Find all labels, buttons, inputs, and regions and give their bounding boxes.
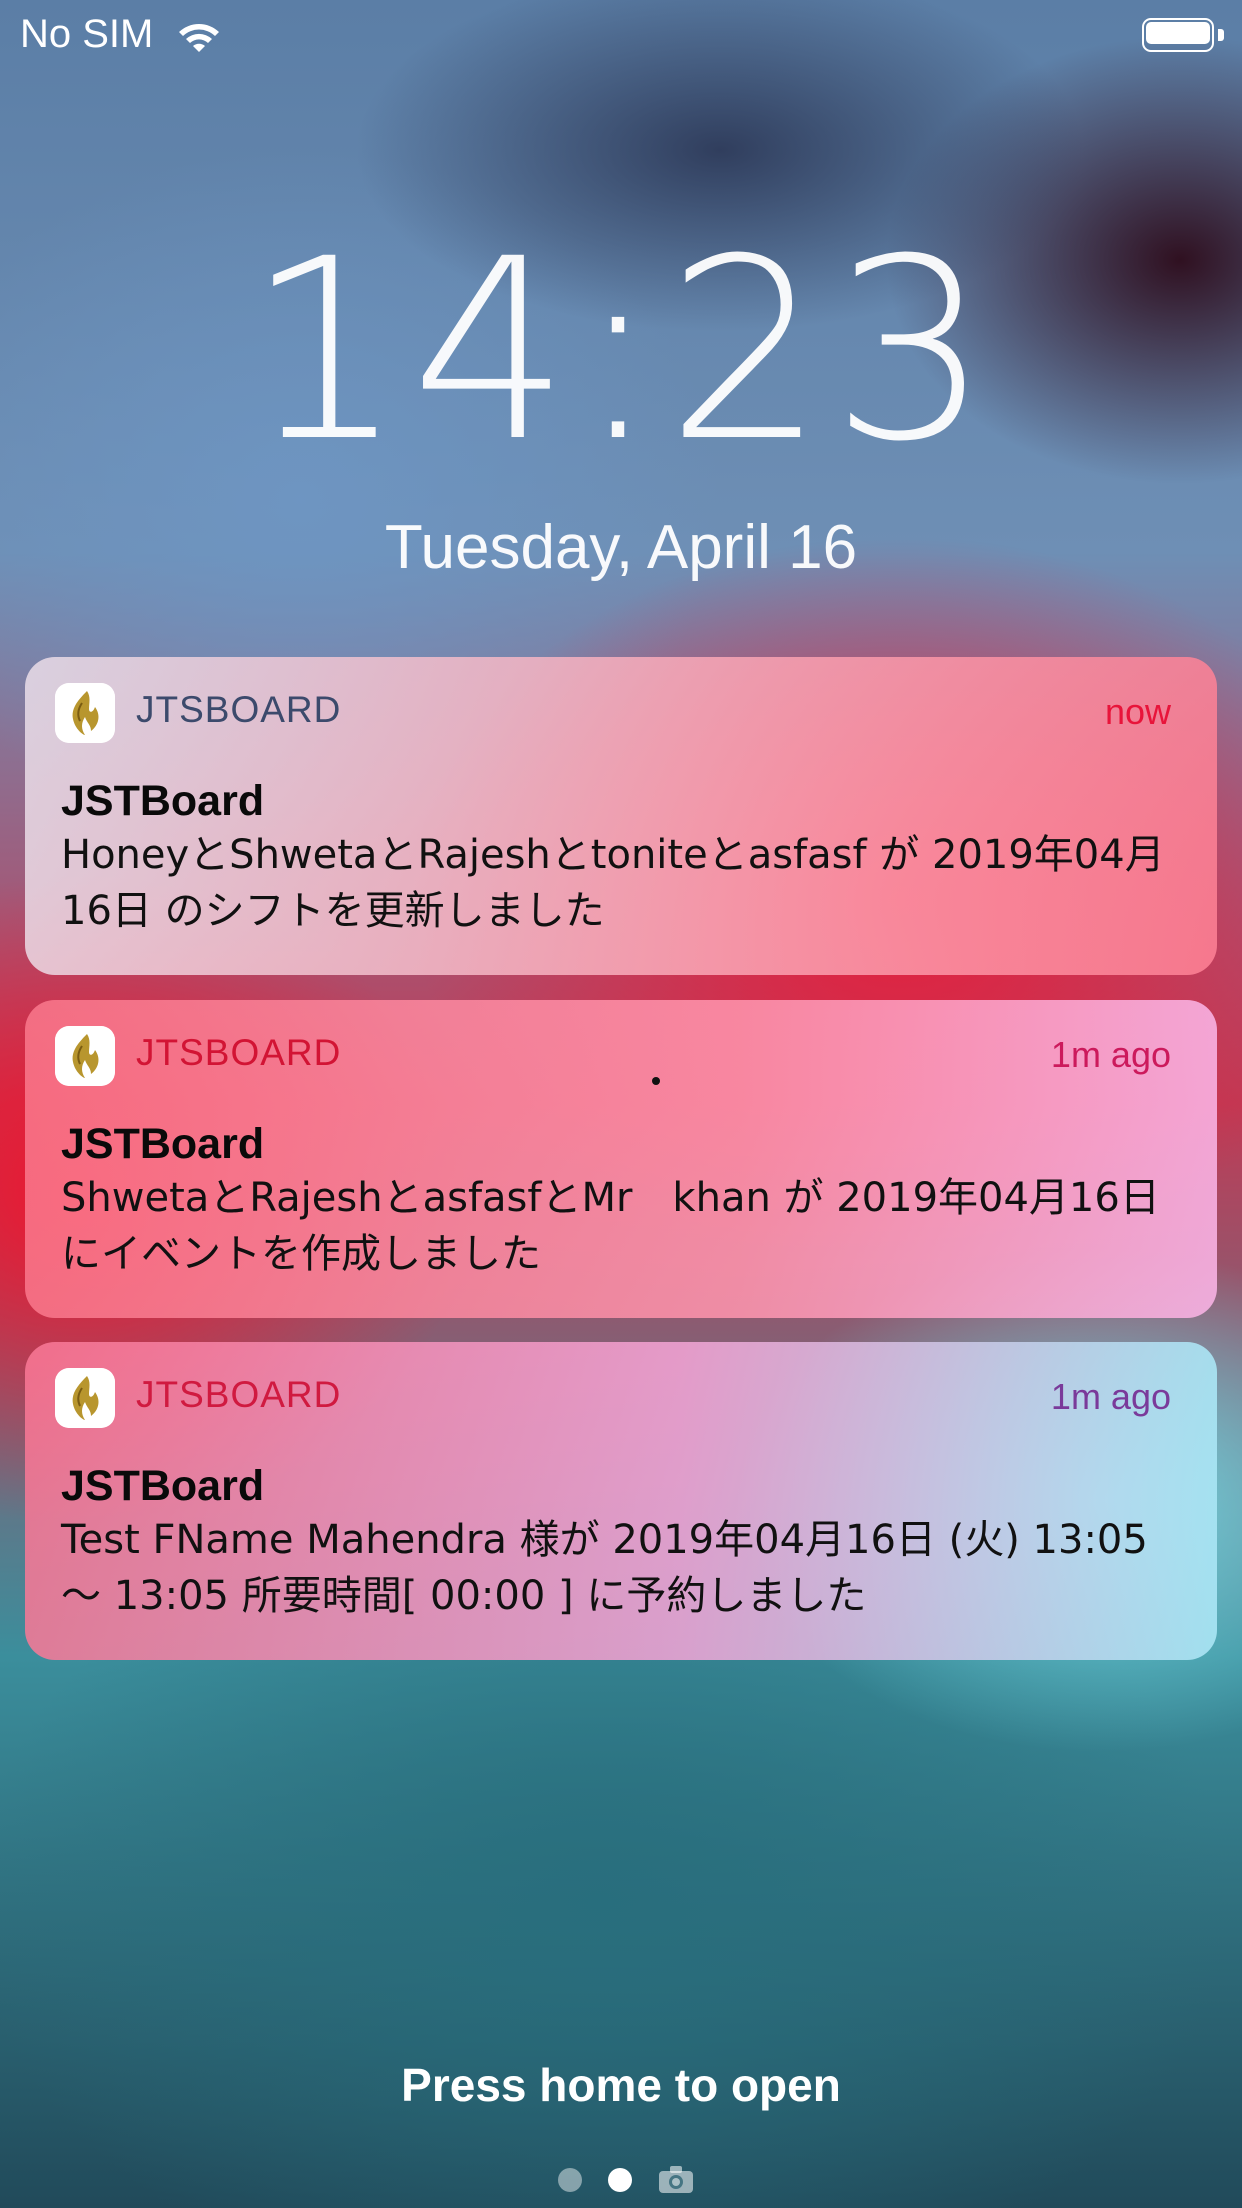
notification-app-name: JTSBOARD [136, 1374, 342, 1415]
lock-screen-time: 14:23 [245, 205, 997, 496]
camera-icon[interactable] [658, 2164, 694, 2194]
carrier-label: No SIM [20, 12, 154, 56]
notification-title: JSTBoard [61, 1120, 265, 1168]
flame-logo-icon [55, 683, 115, 743]
notification-app-name: JTSBOARD [136, 1032, 342, 1073]
notification-body: HoneyとShwetaとRajeshとtoniteとasfasf が 2019… [61, 832, 1165, 934]
notification-app-name: JTSBOARD [136, 689, 342, 730]
flame-logo-icon [55, 1368, 115, 1428]
screen-dot-artifact [652, 1077, 660, 1085]
wifi-icon [179, 24, 219, 52]
notification-body: Test FName Mahendra 様が 2019年04月16日 (火) 1… [61, 1517, 1148, 1619]
page-dot[interactable] [558, 2168, 582, 2192]
notification-body: ShwetaとRajeshとasfasfとMr khan が 2019年04月1… [61, 1175, 1160, 1277]
battery-icon [1142, 18, 1224, 54]
notification-title: JSTBoard [61, 1462, 265, 1510]
notification-time: now [1104, 691, 1171, 732]
status-bar: No SIM [0, 0, 1242, 72]
lock-screen-date: Tuesday, April 16 [384, 513, 858, 582]
press-home-hint: Press home to open [401, 2059, 841, 2111]
page-dot-current[interactable] [608, 2168, 632, 2192]
notification-time: 1m ago [1050, 1376, 1171, 1417]
flame-logo-icon [55, 1026, 115, 1086]
page-indicator[interactable] [0, 2164, 1242, 2194]
notification-card[interactable]: JTSBOARD 1m ago JSTBoard ShwetaとRajeshとa… [25, 1000, 1217, 1318]
notification-time: 1m ago [1050, 1034, 1171, 1075]
notification-title: JSTBoard [61, 777, 265, 825]
notification-card[interactable]: JTSBOARD 1m ago JSTBoard Test FName Mahe… [25, 1342, 1217, 1660]
notification-card[interactable]: JTSBOARD now JSTBoard HoneyとShwetaとRajes… [25, 657, 1217, 975]
